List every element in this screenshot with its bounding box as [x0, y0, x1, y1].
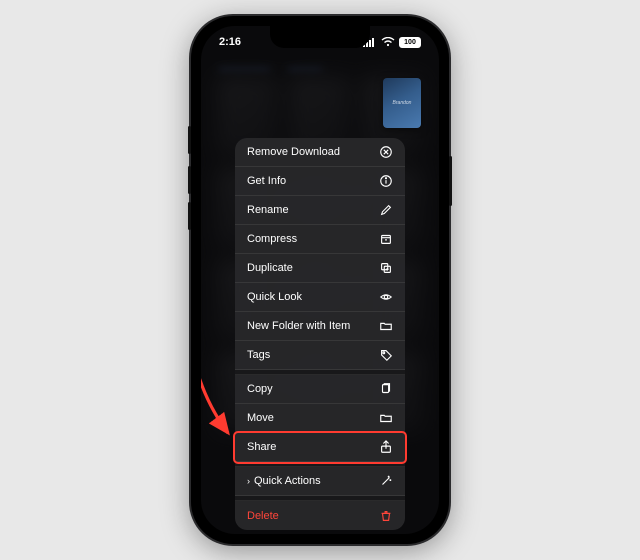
battery-level: 100	[399, 37, 421, 48]
menu-label: Copy	[247, 383, 273, 395]
menu-item-duplicate[interactable]: Duplicate	[235, 254, 405, 283]
eye-icon	[379, 290, 393, 304]
menu-label: Rename	[247, 204, 289, 216]
menu-label: Tags	[247, 349, 270, 361]
status-time: 2:16	[219, 36, 241, 48]
menu-label: Share	[247, 441, 276, 453]
menu-label: Get Info	[247, 175, 286, 187]
menu-item-compress[interactable]: Compress	[235, 225, 405, 254]
folder-icon	[379, 319, 393, 333]
wand-icon	[379, 474, 393, 488]
menu-label: Quick Actions	[254, 475, 321, 487]
wifi-icon	[381, 37, 395, 47]
menu-label: Move	[247, 412, 274, 424]
menu-item-new-folder[interactable]: New Folder with Item	[235, 312, 405, 341]
pencil-icon	[379, 203, 393, 217]
notch	[270, 26, 370, 48]
menu-item-rename[interactable]: Rename	[235, 196, 405, 225]
menu-label: Duplicate	[247, 262, 293, 274]
copy-icon	[379, 382, 393, 396]
menu-item-share[interactable]: Share	[235, 433, 405, 462]
menu-item-delete[interactable]: Delete	[235, 501, 405, 530]
menu-item-copy[interactable]: Copy	[235, 375, 405, 404]
info-icon	[379, 174, 393, 188]
menu-label: Quick Look	[247, 291, 302, 303]
menu-label: Delete	[247, 510, 279, 522]
chevron-right-icon: ›	[247, 476, 250, 486]
menu-label: Remove Download	[247, 146, 340, 158]
menu-item-remove-download[interactable]: Remove Download	[235, 138, 405, 167]
battery-icon: 100	[399, 37, 421, 48]
status-right-cluster: 100	[363, 37, 421, 48]
menu-label: Compress	[247, 233, 297, 245]
archive-icon	[379, 232, 393, 246]
folder-move-icon	[379, 411, 393, 425]
share-icon	[379, 440, 393, 454]
menu-item-tags[interactable]: Tags	[235, 341, 405, 370]
remove-download-icon	[379, 145, 393, 159]
thumbnail-label: Brandon	[393, 100, 412, 106]
duplicate-icon	[379, 261, 393, 275]
menu-label: New Folder with Item	[247, 320, 350, 332]
menu-item-quick-actions[interactable]: › Quick Actions	[235, 467, 405, 496]
context-menu: Remove Download Get Info Rename Compress	[235, 138, 405, 530]
menu-item-quick-look[interactable]: Quick Look	[235, 283, 405, 312]
iphone-mockup: 2:16 100 ──────────	[191, 16, 449, 544]
trash-icon	[379, 509, 393, 523]
menu-item-get-info[interactable]: Get Info	[235, 167, 405, 196]
menu-item-move[interactable]: Move	[235, 404, 405, 433]
screen: 2:16 100 ──────────	[201, 26, 439, 534]
selected-file-thumbnail[interactable]: Brandon	[383, 78, 421, 128]
tag-icon	[379, 348, 393, 362]
